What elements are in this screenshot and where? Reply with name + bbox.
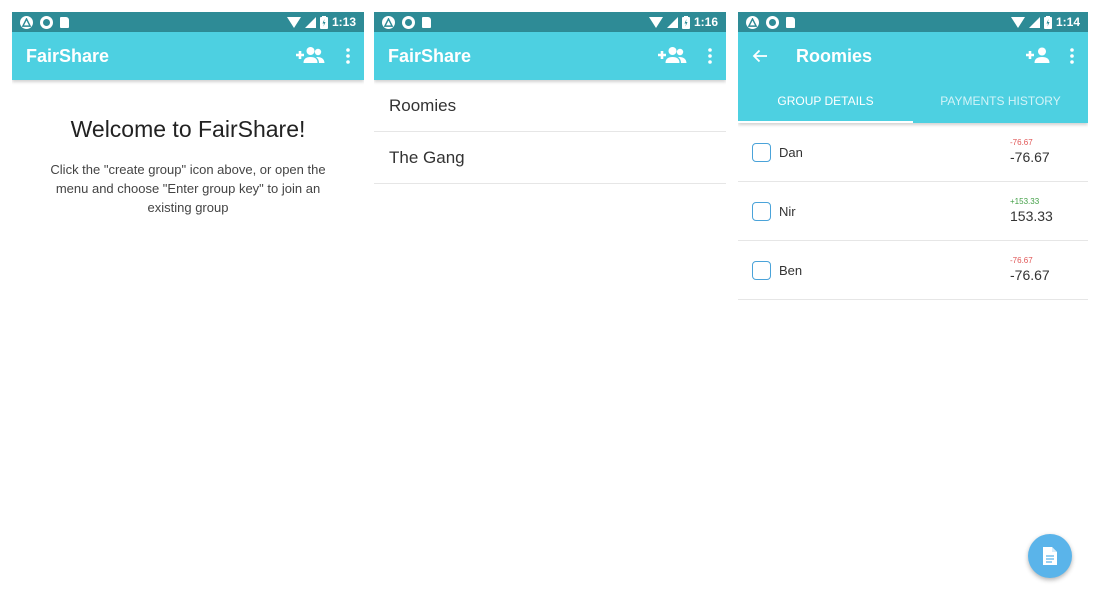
status-time: 1:13 — [331, 15, 356, 29]
tab-bar: GROUP DETAILS PAYMENTS HISTORY — [738, 79, 1088, 123]
balance-amount: -76.67 — [1010, 149, 1050, 165]
group-list: Roomies The Gang — [374, 80, 726, 184]
group-title: Roomies — [796, 45, 873, 66]
member-checkbox[interactable] — [752, 260, 771, 280]
app-bar: FairShare — [374, 32, 726, 80]
sd-card-icon — [422, 16, 431, 28]
balance-change: +153.33 — [1010, 197, 1040, 206]
add-group-icon[interactable] — [658, 46, 688, 66]
member-checkbox[interactable] — [752, 201, 771, 221]
signal-icon — [666, 16, 678, 28]
app-notification-icon — [382, 15, 395, 29]
wifi-icon — [1010, 16, 1025, 28]
app-bar: Roomies — [738, 32, 1088, 80]
balance-amount: 153.33 — [1010, 208, 1053, 224]
member-checkbox[interactable] — [752, 142, 771, 162]
member-name: Nir — [779, 203, 796, 219]
wifi-icon — [648, 16, 663, 28]
tab-payments-history[interactable]: PAYMENTS HISTORY — [913, 79, 1088, 123]
welcome-section: Welcome to FairShare! Click the "create … — [12, 80, 364, 217]
add-person-icon[interactable] — [1026, 47, 1050, 65]
screen-group-list: 1:16 FairShare Roomies The Gang — [374, 12, 726, 600]
app-notification-icon — [20, 15, 33, 29]
group-item-the-gang[interactable]: The Gang — [374, 132, 726, 184]
group-item-roomies[interactable]: Roomies — [374, 80, 726, 132]
app-bar: FairShare — [12, 32, 364, 80]
add-group-icon[interactable] — [296, 46, 326, 66]
arrow-back-icon[interactable] — [752, 49, 768, 63]
app-notification-icon — [746, 15, 759, 29]
record-notification-icon — [40, 15, 53, 29]
record-notification-icon — [402, 15, 415, 29]
welcome-title: Welcome to FairShare! — [70, 116, 306, 142]
member-name: Ben — [779, 262, 803, 278]
status-bar: 1:14 — [738, 12, 1088, 32]
battery-icon — [681, 15, 690, 29]
balance-change: -76.67 — [1010, 256, 1033, 265]
status-bar: 1:13 — [12, 12, 364, 32]
member-name: Dan — [779, 144, 803, 160]
sd-card-icon — [786, 16, 795, 28]
status-time: 1:16 — [693, 15, 718, 29]
member-row-dan[interactable]: Dan -76.67 -76.67 — [738, 123, 1088, 182]
member-row-ben[interactable]: Ben -76.67 -76.67 — [738, 241, 1088, 300]
signal-icon — [1028, 16, 1040, 28]
member-list: Dan -76.67 -76.67 Nir +153.33 153.33 Ben… — [738, 123, 1088, 300]
screen-welcome: 1:13 FairShare Welcome to FairShare! Cli… — [12, 12, 364, 600]
balance-change: -76.67 — [1010, 138, 1033, 147]
balance-amount: -76.67 — [1010, 267, 1050, 283]
tab-group-details[interactable]: GROUP DETAILS — [738, 79, 913, 123]
battery-icon — [1043, 15, 1052, 29]
back-button[interactable] — [752, 49, 774, 63]
add-payment-fab[interactable] — [1028, 534, 1072, 578]
document-icon — [1043, 547, 1057, 565]
screen-group-details: 1:14 Roomies GROUP DETAILS PAYMENTS HIST… — [738, 12, 1088, 600]
sd-card-icon — [60, 16, 69, 28]
app-title: FairShare — [26, 45, 110, 66]
welcome-text: Click the "create group" icon above, or … — [50, 162, 326, 215]
battery-icon — [319, 15, 328, 29]
more-vert-icon[interactable] — [346, 48, 350, 64]
record-notification-icon — [766, 15, 779, 29]
member-row-nir[interactable]: Nir +153.33 153.33 — [738, 182, 1088, 241]
signal-icon — [304, 16, 316, 28]
status-bar: 1:16 — [374, 12, 726, 32]
more-vert-icon[interactable] — [1070, 48, 1074, 64]
status-time: 1:14 — [1055, 15, 1080, 29]
more-vert-icon[interactable] — [708, 48, 712, 64]
app-title: FairShare — [388, 45, 472, 66]
wifi-icon — [286, 16, 301, 28]
